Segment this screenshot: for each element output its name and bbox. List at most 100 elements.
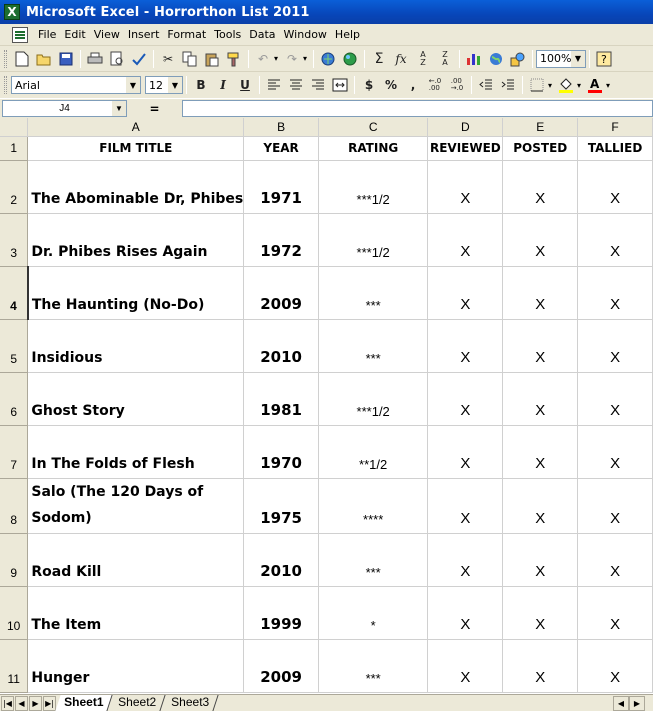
cell-posted[interactable]: X: [502, 372, 579, 426]
cell-reviewed[interactable]: X: [427, 639, 504, 693]
next-sheet-icon[interactable]: ▶: [29, 695, 42, 711]
cell-tallied[interactable]: X: [577, 478, 653, 534]
sort-ascending-icon[interactable]: AZ: [412, 48, 434, 70]
cell-posted[interactable]: X: [502, 160, 579, 214]
toolbar-grip[interactable]: [4, 49, 7, 68]
header-posted[interactable]: POSTED: [502, 136, 579, 161]
cell-posted[interactable]: X: [502, 639, 579, 693]
row-header[interactable]: 4: [0, 266, 29, 320]
first-sheet-icon[interactable]: |◀: [1, 695, 14, 711]
open-icon[interactable]: [33, 48, 55, 70]
italic-button[interactable]: I: [212, 74, 234, 96]
worksheet-grid[interactable]: A B C D E F 1 FILM TITLE YEAR RATING REV…: [0, 118, 653, 694]
cell-posted[interactable]: X: [502, 478, 579, 534]
menu-view[interactable]: View: [90, 26, 124, 44]
last-sheet-icon[interactable]: ▶|: [43, 695, 56, 711]
merge-center-icon[interactable]: [329, 74, 351, 96]
row-header[interactable]: 6: [0, 372, 29, 426]
increase-indent-icon[interactable]: [497, 74, 519, 96]
cell-posted[interactable]: X: [502, 266, 579, 320]
menu-insert[interactable]: Insert: [124, 26, 164, 44]
cell-film-title[interactable]: The Haunting (No-Do): [27, 266, 245, 320]
drawing-icon[interactable]: [507, 48, 529, 70]
font-color-dropdown-icon[interactable]: ▾: [603, 81, 613, 90]
scroll-right-icon[interactable]: ▶: [629, 696, 645, 711]
cell-film-title[interactable]: Insidious: [27, 319, 245, 373]
cell-reviewed[interactable]: X: [427, 425, 504, 479]
row-header[interactable]: 11: [0, 639, 29, 693]
row-header[interactable]: 8: [0, 478, 29, 534]
decrease-decimal-icon[interactable]: .00 →.0: [446, 74, 468, 96]
cell-rating[interactable]: ****: [318, 478, 429, 534]
menu-file[interactable]: File: [34, 26, 60, 44]
column-header-b[interactable]: B: [243, 118, 319, 137]
cell-rating[interactable]: ***1/2: [318, 372, 429, 426]
column-header-e[interactable]: E: [502, 118, 579, 137]
cell-film-title[interactable]: Road Kill: [27, 533, 245, 587]
print-preview-icon[interactable]: [106, 48, 128, 70]
zoom-select[interactable]: 100% ▼: [536, 49, 586, 68]
new-icon[interactable]: [11, 48, 33, 70]
decrease-indent-icon[interactable]: [475, 74, 497, 96]
header-rating[interactable]: RATING: [318, 136, 429, 161]
cell-posted[interactable]: X: [502, 319, 579, 373]
sort-descending-icon[interactable]: ZA: [434, 48, 456, 70]
toolbar-grip[interactable]: [4, 76, 7, 94]
cell-reviewed[interactable]: X: [427, 478, 504, 534]
cell-posted[interactable]: X: [502, 533, 579, 587]
align-left-icon[interactable]: [263, 74, 285, 96]
menu-data[interactable]: Data: [245, 26, 279, 44]
menu-window[interactable]: Window: [280, 26, 331, 44]
menu-edit[interactable]: Edit: [60, 26, 89, 44]
cell-posted[interactable]: X: [502, 213, 579, 267]
cell-tallied[interactable]: X: [577, 319, 653, 373]
workbook-icon[interactable]: [12, 26, 28, 43]
cell-rating[interactable]: *: [318, 586, 429, 640]
cell-rating[interactable]: ***1/2: [318, 213, 429, 267]
column-header-f[interactable]: F: [577, 118, 653, 137]
cell-film-title[interactable]: Salo (The 120 Days of Sodom): [27, 478, 245, 534]
cell-rating[interactable]: ***: [318, 266, 429, 320]
cell-film-title[interactable]: The Abominable Dr, Phibes: [27, 160, 245, 214]
sheet-tab-sheet1[interactable]: Sheet1: [55, 695, 113, 711]
cell-tallied[interactable]: X: [577, 639, 653, 693]
cell-rating[interactable]: **1/2: [318, 425, 429, 479]
column-header-a[interactable]: A: [27, 118, 245, 137]
increase-decimal-icon[interactable]: ←.0.00: [424, 74, 446, 96]
cell-year[interactable]: 2009: [243, 266, 319, 320]
header-tallied[interactable]: TALLIED: [577, 136, 653, 161]
cell-year[interactable]: 1975: [243, 478, 319, 534]
cell-reviewed[interactable]: X: [427, 213, 504, 267]
menu-help[interactable]: Help: [331, 26, 364, 44]
cell-reviewed[interactable]: X: [427, 372, 504, 426]
row-header[interactable]: 3: [0, 213, 29, 267]
row-header[interactable]: 7: [0, 425, 29, 479]
menu-format[interactable]: Format: [163, 26, 210, 44]
bold-button[interactable]: B: [190, 74, 212, 96]
percent-icon[interactable]: %: [380, 74, 402, 96]
cell-tallied[interactable]: X: [577, 266, 653, 320]
cell-tallied[interactable]: X: [577, 160, 653, 214]
row-header[interactable]: 10: [0, 586, 29, 640]
cell-reviewed[interactable]: X: [427, 160, 504, 214]
row-header[interactable]: 2: [0, 160, 29, 214]
save-icon[interactable]: [55, 48, 77, 70]
cut-icon[interactable]: ✂: [157, 48, 179, 70]
cell-rating[interactable]: ***1/2: [318, 160, 429, 214]
cell-year[interactable]: 1972: [243, 213, 319, 267]
cell-year[interactable]: 1981: [243, 372, 319, 426]
spelling-icon[interactable]: [128, 48, 150, 70]
cell-tallied[interactable]: X: [577, 213, 653, 267]
chevron-down-icon[interactable]: ▼: [571, 50, 585, 67]
cell-year[interactable]: 1970: [243, 425, 319, 479]
row-header[interactable]: 5: [0, 319, 29, 373]
cell-tallied[interactable]: X: [577, 586, 653, 640]
column-header-d[interactable]: D: [427, 118, 504, 137]
select-all-corner[interactable]: [0, 118, 29, 137]
cell-rating[interactable]: ***: [318, 533, 429, 587]
align-center-icon[interactable]: [285, 74, 307, 96]
chevron-down-icon[interactable]: ▼: [126, 77, 140, 93]
redo-dropdown-icon[interactable]: ▾: [300, 54, 310, 63]
menu-tools[interactable]: Tools: [210, 26, 245, 44]
row-header[interactable]: 9: [0, 533, 29, 587]
